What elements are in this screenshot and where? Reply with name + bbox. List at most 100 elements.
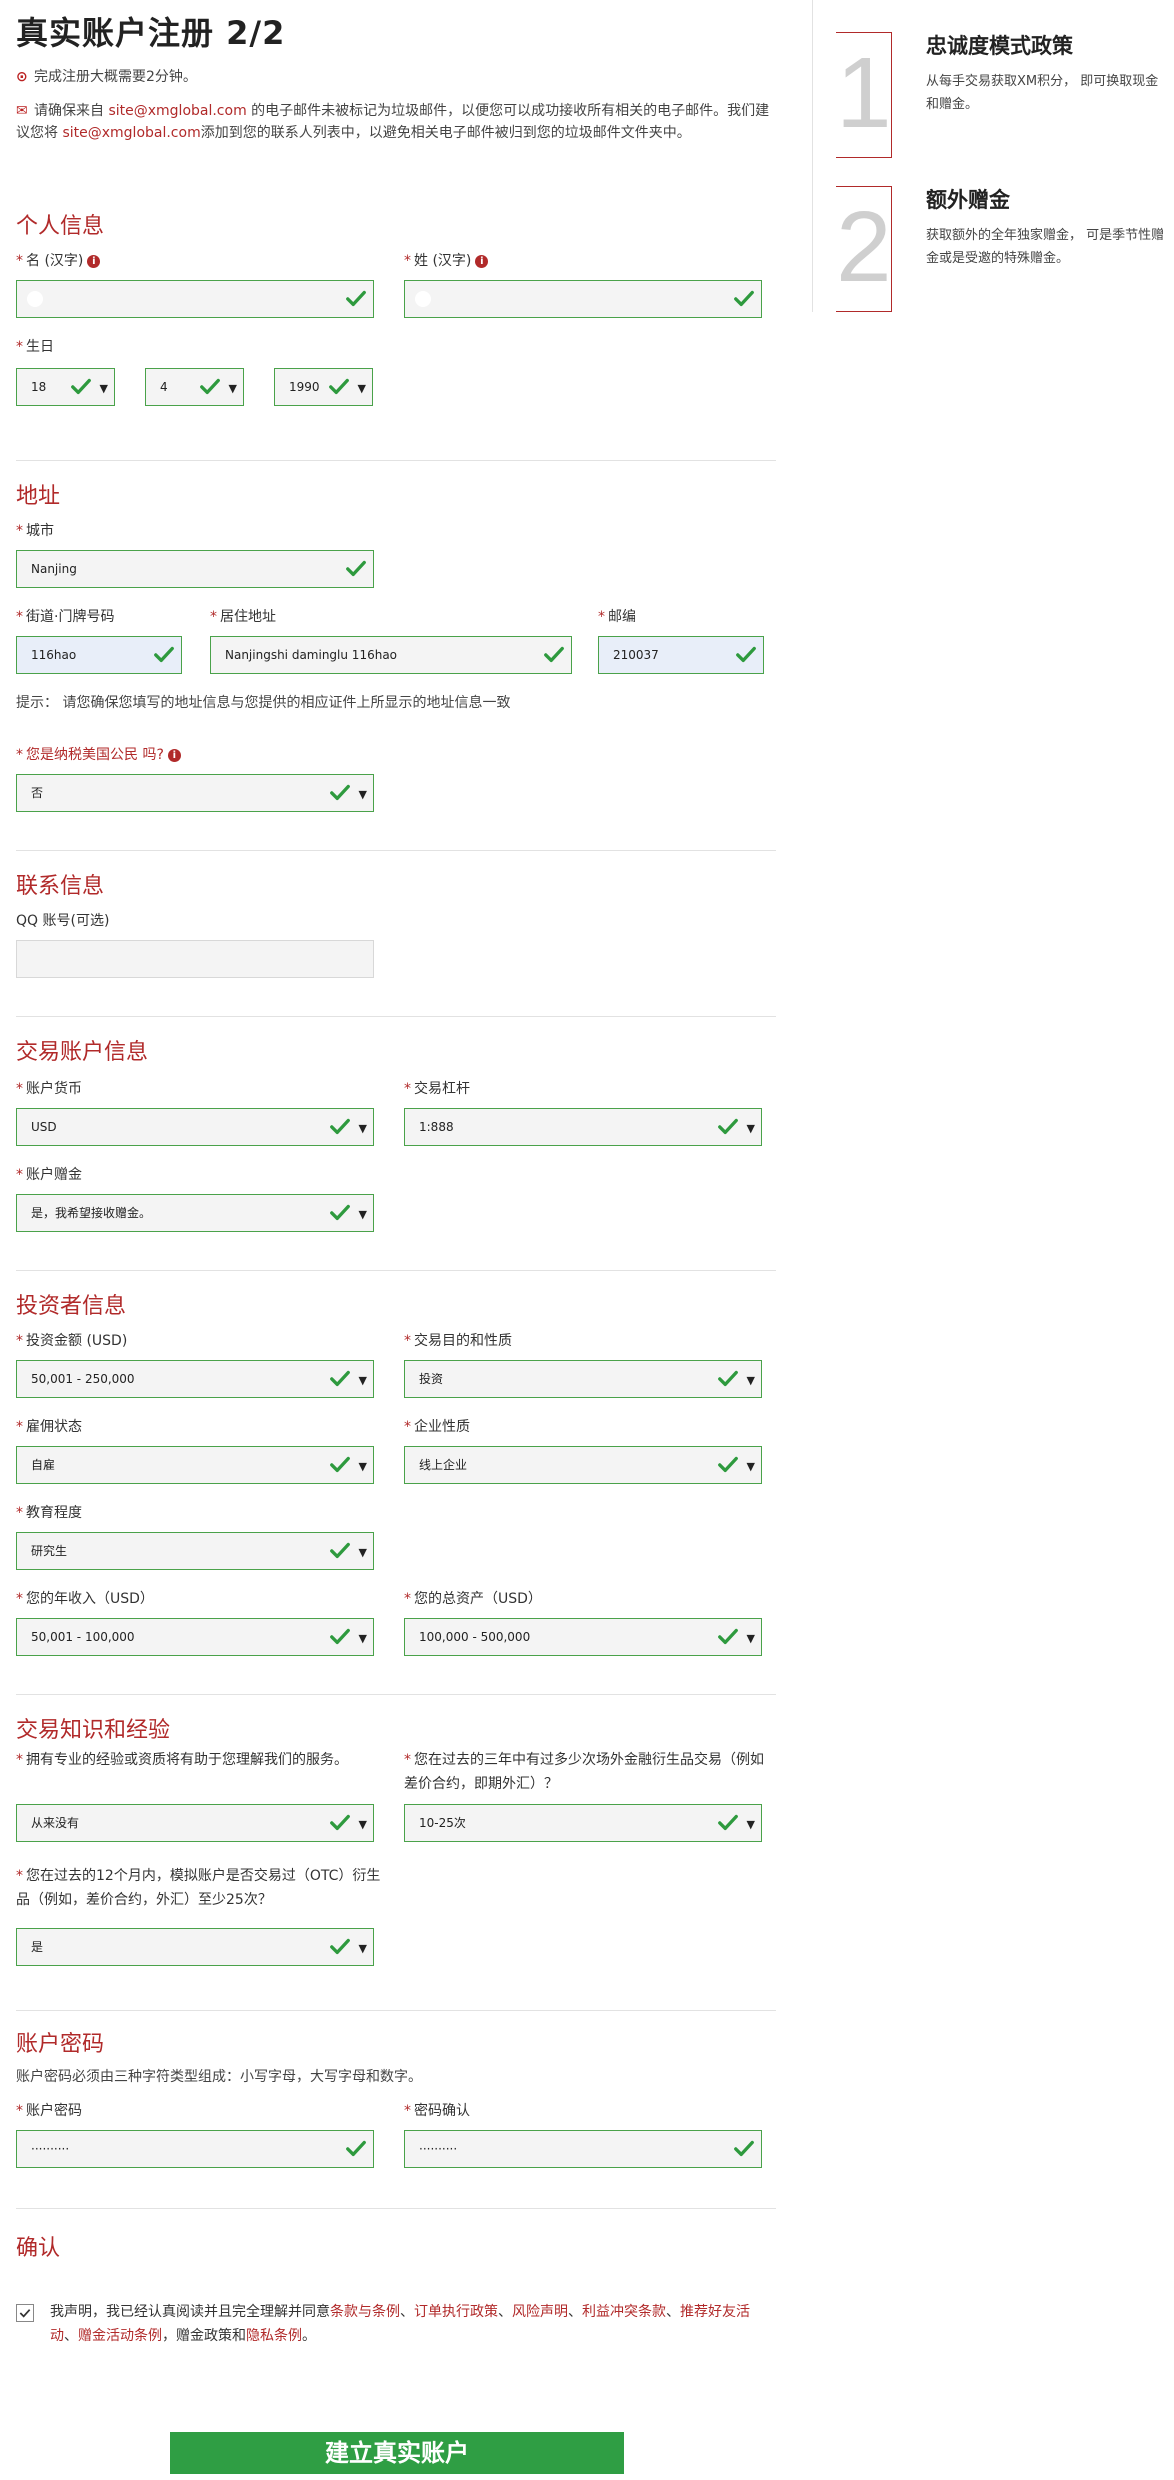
birth-month-select[interactable]: 4 ▼ [145, 368, 244, 406]
chevron-down-icon: ▼ [746, 1122, 755, 1135]
check-icon [345, 2137, 367, 2159]
q1-select[interactable]: 从来没有 ▼ [16, 1804, 374, 1842]
divider [16, 1016, 776, 1017]
income-select[interactable]: 50,001 - 100,000 ▼ [16, 1618, 374, 1656]
submit-button[interactable]: 建立真实账户 [170, 2432, 624, 2474]
check-icon [329, 1935, 351, 1957]
step-title-1: 忠诚度模式政策 [926, 34, 1073, 58]
street-label: * 街道·门牌号码 [16, 609, 115, 625]
business-label: * 企业性质 [404, 1419, 470, 1435]
risk-disclosure-link[interactable]: 风险声明 [512, 2304, 568, 2320]
check-icon [199, 375, 221, 397]
bonus-terms-link[interactable]: 赠金活动条例 [78, 2328, 162, 2344]
amount-select[interactable]: 50,001 - 250,000 ▼ [16, 1360, 374, 1398]
chevron-down-icon: ▼ [358, 1374, 367, 1387]
education-label: * 教育程度 [16, 1505, 82, 1521]
residence-input[interactable]: Nanjingshi daminglu 116hao [210, 636, 572, 674]
check-icon [717, 1453, 739, 1475]
check-icon [543, 643, 565, 665]
privacy-policy-link[interactable]: 隐私条例 [246, 2328, 302, 2344]
first-name-input[interactable] [16, 280, 374, 318]
check-icon [733, 2137, 755, 2159]
birthday-label: * 生日 [16, 339, 54, 355]
q2-label: * 您在过去的三年中有过多少次场外金融衍生品交易（例如差价合约，即期外汇）？ [404, 1752, 764, 1792]
step-desc-1: 从每手交易获取XM积分， 即可换取现金和赠金。 [926, 74, 1159, 112]
street-input[interactable]: 116hao [16, 636, 182, 674]
step-title-2: 额外赠金 [926, 188, 1010, 212]
chevron-down-icon: ▼ [357, 382, 366, 395]
chevron-down-icon: ▼ [358, 1942, 367, 1955]
divider [16, 850, 776, 851]
qq-input[interactable] [16, 940, 374, 978]
section-trading-account-title: 交易账户信息 [16, 1040, 149, 1065]
birth-year-select[interactable]: 1990 ▼ [274, 368, 373, 406]
postcode-input[interactable]: 210037 [598, 636, 764, 674]
bonus-select[interactable]: 是，我希望接收赠金。 ▼ [16, 1194, 374, 1232]
q3-select[interactable]: 是 ▼ [16, 1928, 374, 1966]
purpose-select[interactable]: 投资 ▼ [404, 1360, 762, 1398]
checkmark-icon [19, 2309, 31, 2318]
postcode-label: * 邮编 [598, 609, 636, 625]
employment-select[interactable]: 自雇 ▼ [16, 1446, 374, 1484]
birth-day-select[interactable]: 18 ▼ [16, 368, 115, 406]
chevron-down-icon: ▼ [358, 1460, 367, 1473]
chevron-down-icon: ▼ [358, 1818, 367, 1831]
income-label: * 您的年收入（USD） [16, 1591, 154, 1607]
page-title: 真实账户注册 2/2 [16, 14, 286, 52]
email-link-2[interactable]: site@xmglobal.com [62, 125, 200, 141]
residence-label: * 居住地址 [210, 609, 276, 625]
chevron-down-icon: ▼ [358, 1632, 367, 1645]
assets-select[interactable]: 100,000 - 500,000 ▼ [404, 1618, 762, 1656]
order-execution-link[interactable]: 订单执行政策 [414, 2304, 498, 2320]
check-icon [329, 1201, 351, 1223]
divider [16, 2010, 776, 2011]
check-icon [329, 781, 351, 803]
check-icon [345, 287, 367, 309]
city-input[interactable]: Nanjing [16, 550, 374, 588]
password-input[interactable]: ·········· [16, 2130, 374, 2168]
section-password-title: 账户密码 [16, 2032, 105, 2057]
registration-page: 真实账户注册 2/2 ⊙ 完成注册大概需要2分钟。 ✉ 请确保来自 site@xmg… [0, 0, 1174, 2480]
chevron-down-icon: ▼ [746, 1818, 755, 1831]
employment-label: * 雇佣状态 [16, 1419, 82, 1435]
check-icon [717, 1811, 739, 1833]
q3-label: * 您在过去的12个月内，模拟账户是否交易过（OTC）衍生品（例如，差价合约，外汇… [16, 1868, 381, 1908]
divider [16, 1270, 776, 1271]
conflict-of-interest-link[interactable]: 利益冲突条款 [582, 2304, 666, 2320]
clock-icon: ⊙ [16, 69, 28, 85]
check-icon [717, 1625, 739, 1647]
chevron-down-icon: ▼ [746, 1632, 755, 1645]
assets-label: * 您的总资产（USD） [404, 1591, 542, 1607]
step-badge-1: 1 [836, 32, 892, 158]
us-tax-select[interactable]: 否 ▼ [16, 774, 374, 812]
chevron-down-icon: ▼ [358, 1208, 367, 1221]
chevron-down-icon: ▼ [746, 1460, 755, 1473]
divider [16, 460, 776, 461]
password-rule: 账户密码必须由三种字符类型组成：小写字母，大写字母和数字。 [16, 2069, 422, 2085]
chevron-down-icon: ▼ [358, 1546, 367, 1559]
password-label: * 账户密码 [16, 2103, 82, 2119]
email-link-1[interactable]: site@xmglobal.com [108, 103, 246, 119]
password-confirm-input[interactable]: ·········· [404, 2130, 762, 2168]
terms-link[interactable]: 条款与条例 [330, 2304, 400, 2320]
section-personal-title: 个人信息 [16, 214, 105, 239]
last-name-input[interactable] [404, 280, 762, 318]
business-select[interactable]: 线上企业 ▼ [404, 1446, 762, 1484]
check-icon [70, 375, 92, 397]
check-icon [329, 1453, 351, 1475]
sidebar-divider [812, 0, 813, 312]
check-icon [345, 557, 367, 579]
currency-select[interactable]: USD ▼ [16, 1108, 374, 1146]
check-icon [329, 1539, 351, 1561]
section-investor-title: 投资者信息 [16, 1294, 127, 1319]
leverage-label: * 交易杠杆 [404, 1081, 470, 1097]
q2-select[interactable]: 10-25次 ▼ [404, 1804, 762, 1842]
chevron-down-icon: ▼ [358, 788, 367, 801]
password-confirm-label: * 密码确认 [404, 2103, 470, 2119]
education-select[interactable]: 研究生 ▼ [16, 1532, 374, 1570]
consent-checkbox[interactable] [16, 2304, 34, 2322]
check-icon [717, 1115, 739, 1137]
chevron-down-icon: ▼ [746, 1374, 755, 1387]
leverage-select[interactable]: 1:888 ▼ [404, 1108, 762, 1146]
first-name-label: * 名 (汉字) i [16, 250, 101, 270]
